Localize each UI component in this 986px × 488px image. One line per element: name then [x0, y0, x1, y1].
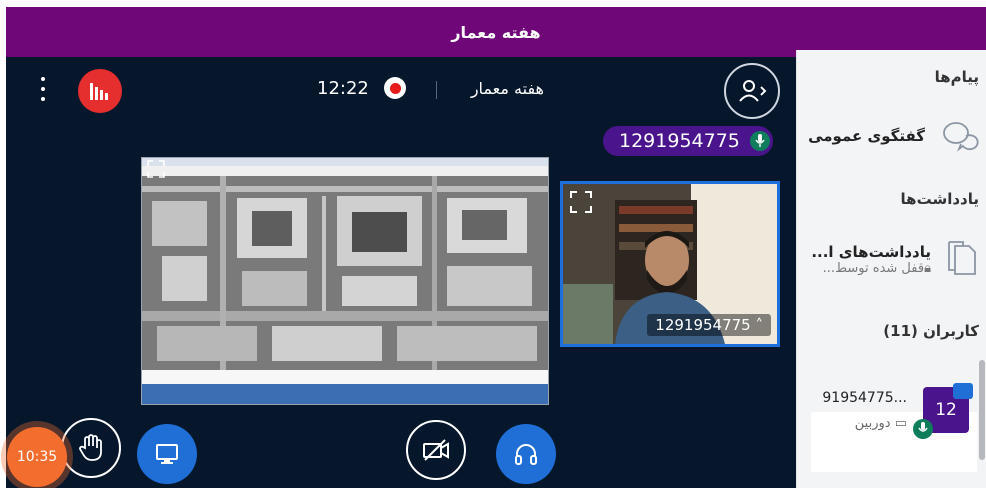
user-status: ▭ دوربین — [854, 416, 907, 431]
raise-hand-button[interactable] — [61, 418, 121, 478]
notes-icon — [948, 241, 976, 275]
shared-notes-label: یادداشت‌های ا... — [811, 242, 931, 261]
webcam-tile[interactable]: 1291954775 ˄ — [560, 181, 780, 347]
shared-window-toolbar — [142, 166, 548, 176]
user-name: ...91954775 — [822, 390, 907, 406]
lock-icon: 🔒︎ — [924, 260, 931, 276]
public-chat-label: گفتگوی عمومی — [808, 127, 925, 145]
time-badge[interactable]: 10:35 — [7, 427, 67, 487]
shared-window-prompt — [142, 370, 548, 384]
screen-share-icon — [156, 444, 178, 464]
screen-share-button[interactable] — [137, 424, 197, 484]
notes-heading: یادداشت‌ها — [900, 190, 979, 208]
meeting-title: هفته معمار — [470, 79, 544, 98]
webcam-username: 1291954775 ˄ — [647, 314, 771, 336]
activity-icon — [90, 83, 108, 100]
shared-window-taskbar — [142, 384, 548, 404]
camera-toggle-button[interactable] — [406, 420, 466, 480]
sidebar-scrollbar[interactable] — [979, 360, 985, 460]
notes-locked-text: 🔒︎قفل شده توسط... — [822, 260, 931, 276]
public-chat-item[interactable]: گفتگوی عمومی — [805, 118, 979, 154]
record-icon[interactable] — [384, 77, 406, 99]
expand-icon[interactable] — [147, 160, 165, 178]
activity-button[interactable] — [78, 69, 122, 113]
header-divider — [436, 81, 437, 99]
menu-dots-icon[interactable] — [39, 77, 47, 101]
messages-heading: پیام‌ها — [934, 68, 979, 86]
chat-icon — [943, 122, 979, 152]
talker-name: 1291954775 — [619, 130, 740, 152]
talking-indicator: 1291954775 — [603, 126, 773, 156]
chevron-up-icon[interactable]: ˄ — [756, 316, 764, 334]
hand-icon — [79, 434, 102, 461]
mic-icon — [913, 419, 933, 439]
camera-off-icon — [423, 439, 449, 461]
main-stage: 12:22 هفته معمار 1291954775 1291954775 ˄ — [6, 57, 796, 488]
app-title: هفته معمار — [451, 22, 541, 42]
audio-button[interactable] — [496, 424, 556, 484]
shared-window-titlebar — [142, 158, 548, 166]
recording-timer: 12:22 — [317, 78, 369, 99]
aerial-map-image — [142, 176, 548, 370]
users-heading: کاربران (11) — [883, 322, 979, 340]
presenter-icon — [953, 383, 973, 399]
sidebar: پیام‌ها گفتگوی عمومی یادداشت‌ها یادداشت‌… — [796, 50, 986, 488]
shared-notes-item[interactable]: یادداشت‌های ا... 🔒︎قفل شده توسط... — [805, 240, 979, 278]
screen-share-view[interactable] — [141, 157, 549, 405]
headphones-icon — [515, 444, 537, 465]
user-toggle-icon — [739, 80, 767, 102]
expand-icon[interactable] — [569, 190, 593, 214]
toggle-userlist-button[interactable] — [724, 63, 780, 119]
mic-icon — [749, 131, 770, 151]
camera-icon: ▭ — [894, 416, 907, 431]
